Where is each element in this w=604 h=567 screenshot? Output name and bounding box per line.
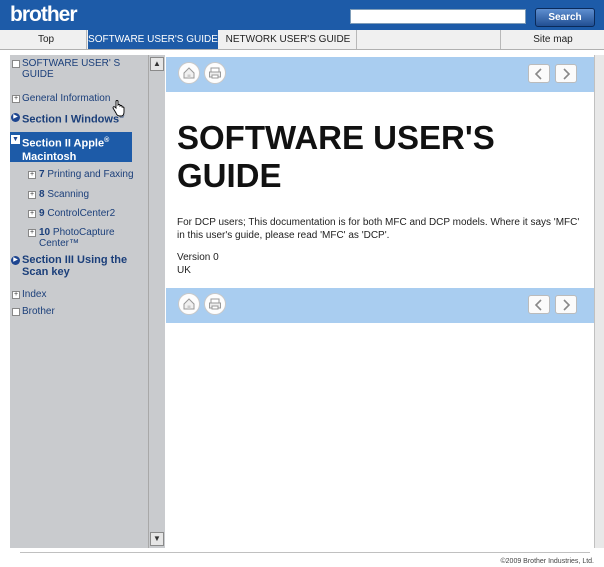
top-navigation-band xyxy=(166,57,594,92)
previous-page-button[interactable] xyxy=(528,295,550,314)
region-text: UK xyxy=(177,265,191,276)
brother-logo[interactable]: brother xyxy=(10,3,77,27)
sidebar-item-label: 9 ControlCenter2 xyxy=(39,208,116,219)
next-page-button[interactable] xyxy=(555,295,577,314)
sidebar-item-general[interactable]: + General Information xyxy=(10,93,148,105)
page-square-icon xyxy=(12,60,20,68)
page-title: SOFTWARE USER'S GUIDE xyxy=(177,119,495,194)
sidebar-scrollbar[interactable]: ▲ ▼ xyxy=(148,55,165,548)
expand-plus-icon: + xyxy=(28,171,36,179)
sidebar-item-label: General Information xyxy=(22,93,111,104)
prev-arrow-icon xyxy=(534,67,542,80)
next-arrow-icon xyxy=(563,298,571,311)
expand-plus-icon: + xyxy=(28,229,36,237)
next-arrow-icon xyxy=(563,67,571,80)
sidebar-item-label: Section I Windows® xyxy=(22,113,125,126)
sidebar-item-brother[interactable]: Brother xyxy=(10,306,148,318)
collapse-icon: ▼ xyxy=(11,135,20,144)
sidebar-item-label: 7 Printing and Faxing xyxy=(39,169,134,180)
print-icon xyxy=(209,298,221,310)
main-content: SOFTWARE USER'S GUIDE For DCP users; Thi… xyxy=(166,55,594,548)
sidebar-item-label: 8 Scanning xyxy=(39,189,90,200)
next-page-button[interactable] xyxy=(555,64,577,83)
tab-software-users-guide[interactable]: SOFTWARE USER'S GUIDE xyxy=(88,30,218,49)
main-scrollbar[interactable] xyxy=(594,55,604,548)
sidebar-item-chapter10[interactable]: + 10 PhotoCapture Center™ xyxy=(10,227,148,251)
tab-network-users-guide[interactable]: NETWORK USER'S GUIDE xyxy=(220,30,357,49)
sidebar-item-guide[interactable]: SOFTWARE USER' S GUIDE xyxy=(10,58,148,82)
sidebar-item-label: SOFTWARE USER' S GUIDE xyxy=(22,58,121,80)
search-input[interactable] xyxy=(350,9,526,24)
sidebar-item-label: Section II Apple® Macintosh xyxy=(22,137,110,163)
sidebar-item-chapter9[interactable]: + 9 ControlCenter2 xyxy=(10,208,148,220)
sidebar-item-chapter7[interactable]: + 7 Printing and Faxing xyxy=(10,169,148,181)
page-square-icon xyxy=(12,308,20,316)
sidebar-item-label: Section III Using the Scan key xyxy=(22,254,128,278)
sidebar-item-section1[interactable]: ▶ Section I Windows® xyxy=(10,111,148,125)
print-button[interactable] xyxy=(204,62,226,84)
previous-page-button[interactable] xyxy=(528,64,550,83)
home-button[interactable] xyxy=(178,62,200,84)
expand-plus-icon: + xyxy=(12,291,20,299)
bottom-navigation-band xyxy=(166,288,594,323)
footer-divider xyxy=(20,552,590,553)
sidebar-item-label: Index xyxy=(22,289,47,300)
print-button[interactable] xyxy=(204,293,226,315)
expand-plus-icon: + xyxy=(28,210,36,218)
tab-top[interactable]: Top xyxy=(6,30,87,49)
header-bar: brother Search xyxy=(0,0,604,30)
chevron-right-icon: ▶ xyxy=(11,256,20,265)
sidebar-nav: SOFTWARE USER' S GUIDE + General Informa… xyxy=(10,55,148,548)
sidebar-item-chapter8[interactable]: + 8 Scanning xyxy=(10,189,148,201)
tab-site-map[interactable]: Site map xyxy=(500,30,604,49)
scroll-down-arrow-icon[interactable]: ▼ xyxy=(150,532,164,546)
expand-plus-icon: + xyxy=(28,191,36,199)
sidebar-item-label: Brother xyxy=(22,306,55,317)
home-icon xyxy=(183,67,195,79)
hand-cursor-icon xyxy=(112,100,125,117)
description-text: For DCP users; This documentation is for… xyxy=(177,217,580,241)
search-button[interactable]: Search xyxy=(535,8,595,27)
home-button[interactable] xyxy=(178,293,200,315)
expand-plus-icon: + xyxy=(12,95,20,103)
sidebar-item-index[interactable]: + Index xyxy=(10,289,148,301)
tab-bar: Top SOFTWARE USER'S GUIDE NETWORK USER'S… xyxy=(0,30,604,50)
chevron-right-icon: ▶ xyxy=(11,113,20,122)
print-icon xyxy=(209,67,221,79)
copyright-text: ©2009 Brother Industries, Ltd. xyxy=(500,558,595,565)
prev-arrow-icon xyxy=(534,298,542,311)
sidebar-item-label: 10 PhotoCapture Center™ xyxy=(39,227,115,249)
sidebar-item-section3[interactable]: ▶ Section III Using the Scan key xyxy=(10,254,148,282)
home-icon xyxy=(183,298,195,310)
scroll-up-arrow-icon[interactable]: ▲ xyxy=(150,57,164,71)
version-text: Version 0 xyxy=(177,252,219,263)
sidebar-item-section2-selected[interactable]: ▼ Section II Apple® Macintosh xyxy=(10,132,132,163)
